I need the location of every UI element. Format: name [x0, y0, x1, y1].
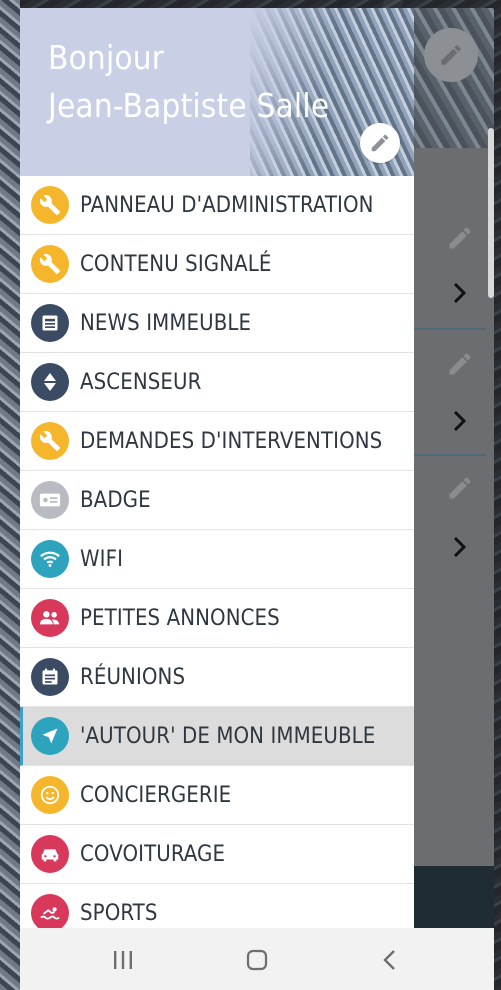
menu-item-label: DEMANDES D'INTERVENTIONS — [80, 428, 383, 454]
menu-item-conciergerie[interactable]: CONCIERGERIE — [20, 766, 414, 825]
menu-item-label: BADGE — [80, 487, 151, 513]
wrench-icon — [31, 422, 69, 460]
menu-item-label: 'AUTOUR' DE MON IMMEUBLE — [80, 723, 376, 749]
menu-item-label: PANNEAU D'ADMINISTRATION — [80, 192, 374, 218]
navigation-icon — [31, 717, 69, 755]
home-icon[interactable] — [243, 946, 271, 974]
menu-item-autour-immeuble[interactable]: 'AUTOUR' DE MON IMMEUBLE — [20, 707, 414, 766]
menu-item-label: COVOITURAGE — [80, 841, 226, 867]
calendar-icon — [31, 658, 69, 696]
wifi-icon — [31, 540, 69, 578]
car-icon — [31, 835, 69, 873]
underlying-screen[interactable] — [414, 8, 494, 928]
menu-item-contenu-signale[interactable]: CONTENU SIGNALÉ — [20, 235, 414, 294]
menu-item-label: CONCIERGERIE — [80, 782, 232, 808]
people-icon — [31, 599, 69, 637]
menu-item-label: CONTENU SIGNALÉ — [80, 251, 272, 277]
menu-item-label: WIFI — [80, 546, 124, 572]
divider — [414, 454, 486, 456]
background-building — [0, 0, 20, 990]
pencil-icon — [371, 134, 389, 152]
pencil-icon — [449, 227, 471, 249]
smiley-icon — [31, 776, 69, 814]
edit-profile-button[interactable] — [360, 123, 400, 163]
menu-item-label: SPORTS — [80, 900, 158, 926]
pencil-icon — [449, 477, 471, 499]
menu-item-demandes-interventions[interactable]: DEMANDES D'INTERVENTIONS — [20, 412, 414, 471]
pencil-icon — [449, 353, 471, 375]
underlying-bottom-bar — [414, 866, 494, 928]
menu-item-wifi[interactable]: WIFI — [20, 530, 414, 589]
chevron-right-icon — [453, 410, 467, 432]
divider — [414, 328, 486, 330]
menu-item-label: RÉUNIONS — [80, 664, 186, 690]
underlying-edit-button — [424, 28, 478, 82]
scrollbar — [488, 128, 494, 298]
system-nav-bar — [20, 928, 494, 990]
badge-icon — [31, 481, 69, 519]
menu-item-label: NEWS IMMEUBLE — [80, 310, 252, 336]
chevron-right-icon — [453, 536, 467, 558]
greeting-line1: Bonjour — [48, 38, 165, 77]
menu-item-ascenseur[interactable]: ASCENSEUR — [20, 353, 414, 412]
menu-item-news-immeuble[interactable]: NEWS IMMEUBLE — [20, 294, 414, 353]
wrench-icon — [31, 186, 69, 224]
menu-item-panneau-administration[interactable]: PANNEAU D'ADMINISTRATION — [20, 176, 414, 235]
menu-item-badge[interactable]: BADGE — [20, 471, 414, 530]
drawer-header: Bonjour Jean-Baptiste Salle — [20, 8, 414, 176]
menu-item-sports[interactable]: SPORTS — [20, 884, 414, 928]
chevron-right-icon — [453, 282, 467, 304]
user-name: Jean-Baptiste Salle — [48, 86, 330, 125]
drawer-menu: PANNEAU D'ADMINISTRATION CONTENU SIGNALÉ… — [20, 176, 414, 928]
swim-icon — [31, 894, 69, 928]
menu-item-reunions[interactable]: RÉUNIONS — [20, 648, 414, 707]
menu-item-label: PETITES ANNONCES — [80, 605, 280, 631]
recent-apps-icon[interactable] — [109, 946, 137, 974]
back-icon[interactable] — [376, 946, 404, 974]
menu-item-label: ASCENSEUR — [80, 369, 202, 395]
elevator-icon — [31, 363, 69, 401]
pencil-icon — [441, 45, 461, 65]
wrench-icon — [31, 245, 69, 283]
navigation-drawer: Bonjour Jean-Baptiste Salle PANNEAU D'AD… — [20, 8, 414, 928]
news-icon — [31, 304, 69, 342]
greeting: Bonjour Jean-Baptiste Salle — [48, 34, 329, 130]
menu-item-covoiturage[interactable]: COVOITURAGE — [20, 825, 414, 884]
menu-item-petites-annonces[interactable]: PETITES ANNONCES — [20, 589, 414, 648]
